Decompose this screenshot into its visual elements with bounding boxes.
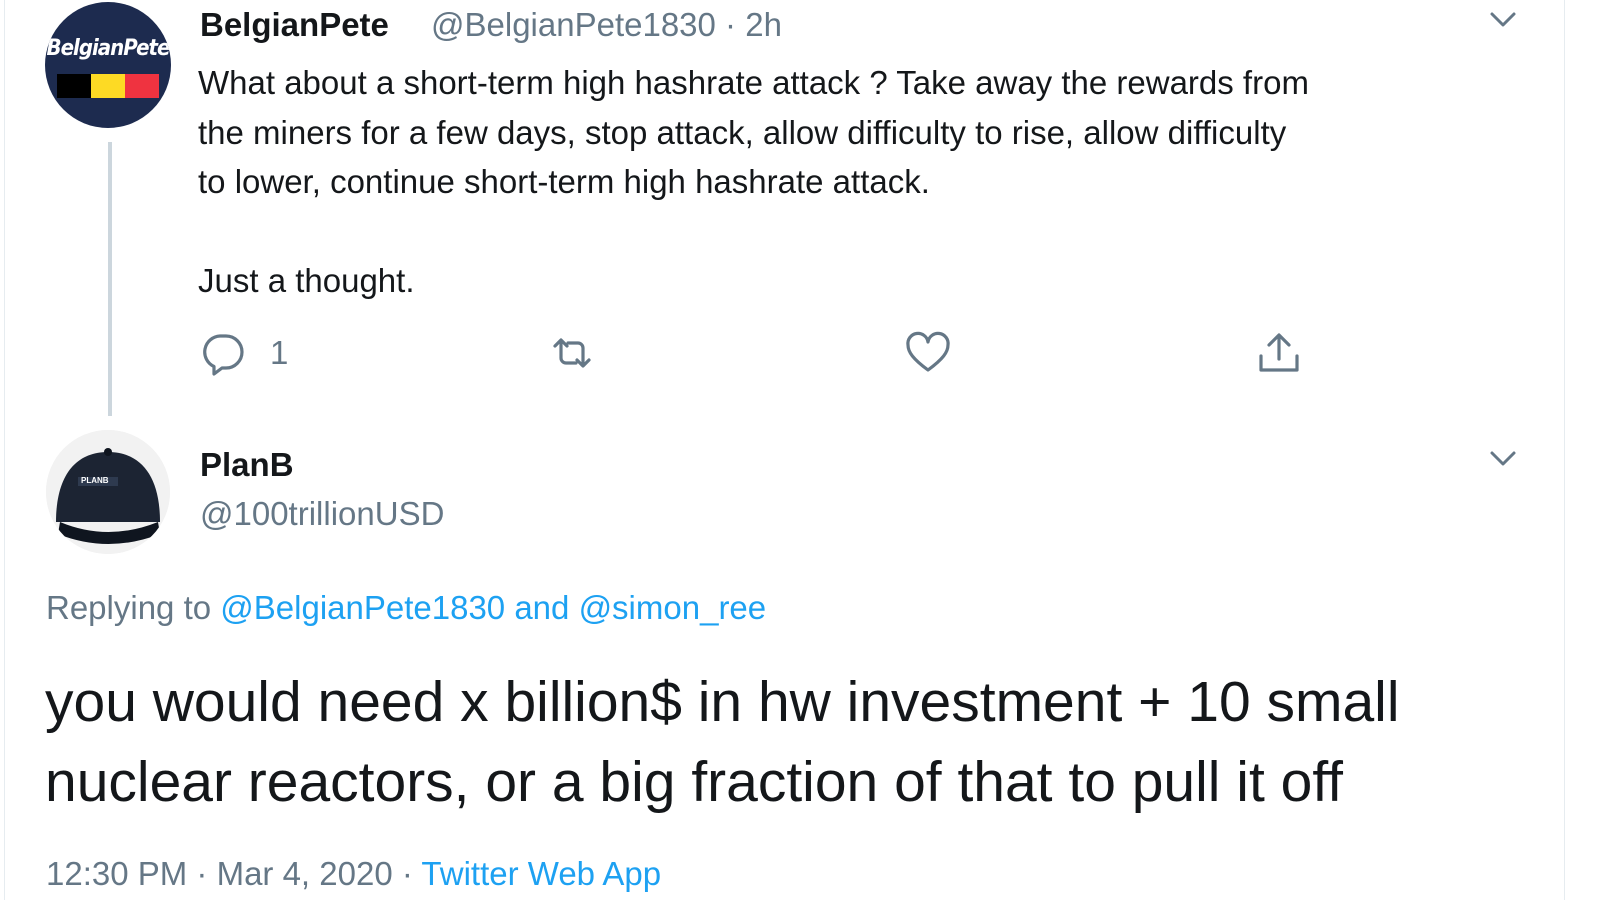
- like-icon: [906, 331, 950, 372]
- tweet-date[interactable]: Mar 4, 2020: [217, 855, 393, 892]
- author-handle[interactable]: @100trillionUSD: [200, 495, 444, 533]
- tweet-text: What about a short-term high hashrate at…: [198, 64, 1309, 299]
- author-name[interactable]: PlanB: [200, 446, 294, 484]
- thread-line: [108, 142, 112, 416]
- share-icon: [1259, 333, 1299, 372]
- reply-button[interactable]: 1: [200, 330, 288, 376]
- tweet-time[interactable]: 2h: [745, 6, 782, 43]
- tweet-time[interactable]: 12:30 PM: [46, 855, 187, 892]
- avatar[interactable]: PLANB: [46, 430, 170, 554]
- right-border: [1564, 0, 1565, 900]
- like-button[interactable]: [905, 330, 951, 376]
- share-button[interactable]: [1256, 330, 1302, 376]
- author-handle-time[interactable]: @BelgianPete1830 · 2h: [431, 6, 782, 44]
- retweet-button[interactable]: [549, 330, 595, 376]
- replying-prefix: Replying to: [46, 589, 221, 626]
- reply-icon: [203, 334, 244, 376]
- mention-link[interactable]: @simon_ree: [579, 589, 767, 626]
- retweet-icon: [553, 338, 591, 368]
- avatar[interactable]: BelgianPete: [45, 2, 171, 128]
- chevron-down-icon[interactable]: [1488, 5, 1518, 35]
- belgian-flag-icon: [57, 74, 159, 98]
- author-name[interactable]: BelgianPete: [200, 6, 389, 44]
- tweet-meta: 12:30 PM · Mar 4, 2020 · Twitter Web App: [46, 855, 662, 892]
- cap-image: [46, 430, 170, 554]
- avatar-logo-text: BelgianPete: [46, 36, 171, 61]
- mention-link[interactable]: @BelgianPete1830: [220, 589, 505, 626]
- tweet-text: you would need x billion$ in hw investme…: [45, 670, 1400, 814]
- cap-logo-text: PLANB: [81, 476, 109, 485]
- left-border: [4, 0, 5, 900]
- replying-to: Replying to @BelgianPete1830 and @simon_…: [46, 589, 766, 627]
- chevron-down-icon[interactable]: [1488, 444, 1518, 474]
- source-link[interactable]: Twitter Web App: [421, 855, 661, 892]
- reply-count: 1: [270, 334, 289, 371]
- author-handle[interactable]: @BelgianPete1830: [431, 6, 716, 43]
- replying-and[interactable]: and: [505, 589, 578, 626]
- separator: ·: [715, 6, 746, 43]
